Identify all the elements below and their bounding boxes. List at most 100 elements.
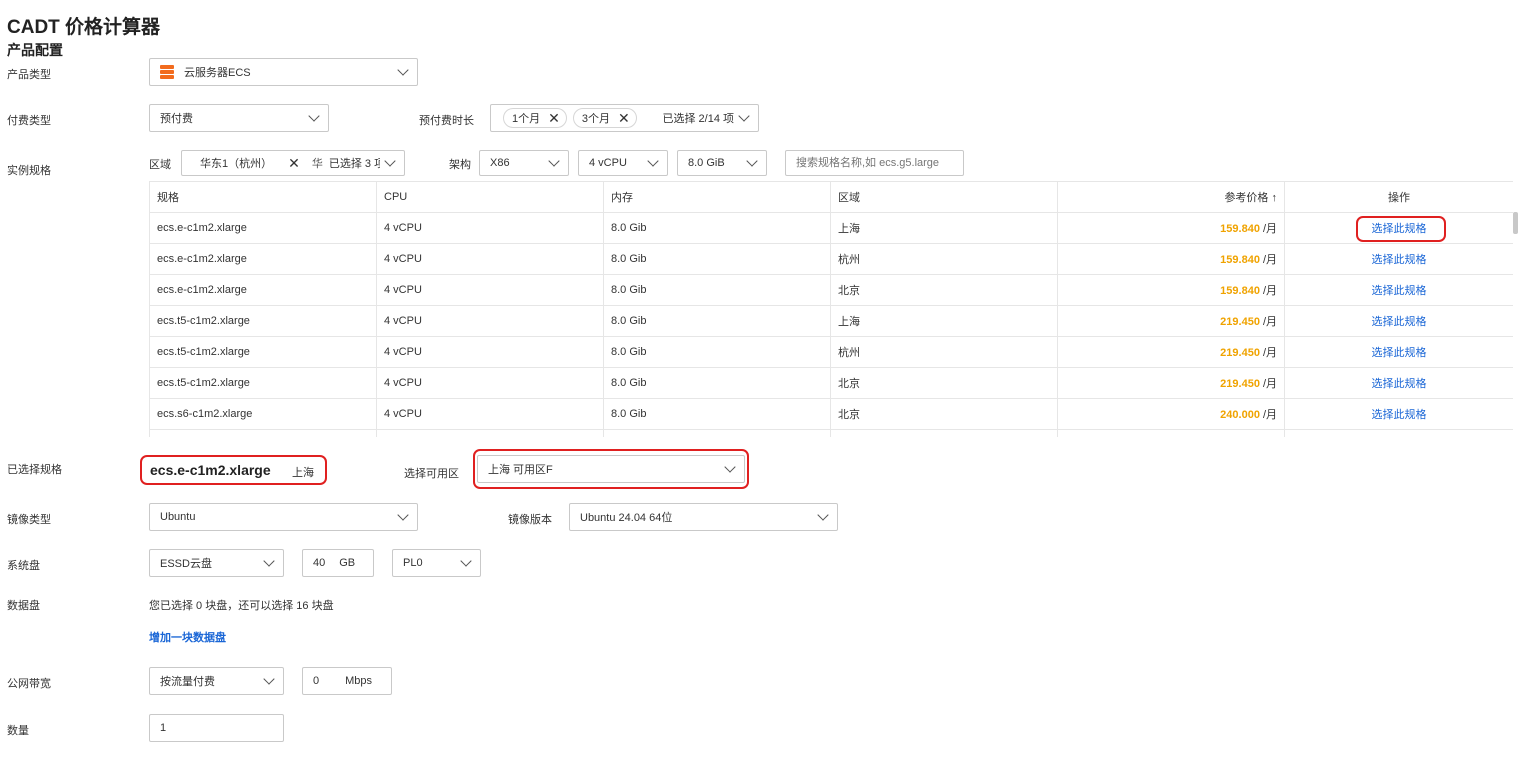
cell-memory: 8.0 Gib (603, 212, 831, 244)
bandwidth-label: 公网带宽 (7, 678, 51, 690)
header-price-sort[interactable]: 参考价格 ↑ (1057, 181, 1285, 213)
cell-price: 240.000/月 (1057, 398, 1285, 430)
cell-spec: ecs.e-c1m2.xlarge (149, 243, 377, 275)
price-value: 219.450 (1220, 316, 1260, 328)
prepay-duration-label: 预付费时长 (419, 115, 474, 127)
cell-price: 159.840/月 (1057, 274, 1285, 306)
chevron-down-icon (397, 64, 409, 76)
price-value: 159.840 (1220, 223, 1260, 235)
price-value: 159.840 (1220, 285, 1260, 297)
bandwidth-input[interactable]: 0 Mbps (302, 667, 392, 695)
table-cell-empty (1284, 429, 1513, 437)
cell-memory: 8.0 Gib (603, 398, 831, 430)
select-spec-link[interactable]: 选择此规格 (1372, 254, 1427, 266)
header-action: 操作 (1284, 181, 1513, 213)
section-title: 产品配置 (7, 42, 63, 58)
duration-tag[interactable]: 3个月 ✕ (572, 108, 637, 128)
duration-tag[interactable]: 1个月 ✕ (503, 108, 567, 128)
memory-value: 8.0 GiB (688, 157, 725, 169)
chevron-down-icon (308, 110, 320, 122)
bandwidth-billing-select[interactable]: 按流量付费 (149, 667, 284, 695)
close-icon[interactable]: ✕ (618, 111, 630, 125)
select-spec-link[interactable]: 选择此规格 (1372, 285, 1427, 297)
cell-region: 上海 (830, 305, 1058, 337)
cell-spec: ecs.e-c1m2.xlarge (149, 212, 377, 244)
system-disk-level-value: PL0 (403, 557, 423, 569)
chevron-down-icon (738, 110, 750, 122)
close-icon[interactable]: ✕ (288, 156, 300, 170)
select-spec-link[interactable]: 选择此规格 (1372, 223, 1427, 235)
cell-action: 选择此规格 (1284, 336, 1513, 368)
system-disk-level-select[interactable]: PL0 (392, 549, 481, 577)
spec-search-input[interactable] (785, 150, 964, 176)
pay-type-label: 付费类型 (7, 115, 51, 127)
memory-select[interactable]: 8.0 GiB (677, 150, 767, 176)
prepay-duration-select[interactable]: 1个月 ✕ 3个月 ✕ 已选择 2/14 项 (490, 104, 759, 132)
image-type-select[interactable]: Ubuntu (149, 503, 418, 531)
arch-label: 架构 (449, 159, 471, 171)
table-row: ecs.e-c1m2.xlarge 4 vCPU 8.0 Gib 杭州 159.840/… (149, 243, 1513, 275)
cell-cpu: 4 vCPU (376, 274, 604, 306)
cell-price: 219.450/月 (1057, 367, 1285, 399)
table-row: ecs.s6-c1m2.xlarge 4 vCPU 8.0 Gib 北京 240.000… (149, 398, 1513, 430)
selected-spec-name: ecs.e-c1m2.xlarge (150, 462, 271, 478)
system-disk-size-input[interactable]: 40 GB (302, 549, 374, 577)
price-unit: /月 (1262, 316, 1277, 328)
quantity-input[interactable]: 1 (149, 714, 284, 742)
table-row: ecs.t5-c1m2.xlarge 4 vCPU 8.0 Gib 上海 219.450… (149, 305, 1513, 337)
cpu-select[interactable]: 4 vCPU (578, 150, 668, 176)
server-icon (160, 65, 174, 79)
table-cell-empty (603, 429, 831, 437)
cell-region: 北京 (830, 398, 1058, 430)
table-row: ecs.t5-c1m2.xlarge 4 vCPU 8.0 Gib 杭州 219.450… (149, 336, 1513, 368)
region-select[interactable]: 华东1（杭州） ✕ 华 已选择 3 项 (181, 150, 405, 176)
price-unit: /月 (1262, 254, 1277, 266)
zone-select[interactable]: 上海 可用区F (477, 455, 745, 483)
select-spec-link[interactable]: 选择此规格 (1372, 378, 1427, 390)
data-disk-info: 您已选择 0 块盘，还可以选择 16 块盘 (149, 600, 334, 612)
cell-price: 219.450/月 (1057, 336, 1285, 368)
table-scrollbar[interactable] (1513, 212, 1518, 234)
chevron-down-icon (647, 155, 659, 167)
image-version-select[interactable]: Ubuntu 24.04 64位 (569, 503, 838, 531)
spec-table: 规格 CPU 内存 区域 参考价格 ↑ 操作 ecs.e-c1m2.xlarge… (149, 181, 1513, 437)
cell-cpu: 4 vCPU (376, 336, 604, 368)
cell-action: 选择此规格 (1284, 274, 1513, 306)
select-spec-link[interactable]: 选择此规格 (1372, 316, 1427, 328)
image-type-value: Ubuntu (160, 511, 196, 523)
spec-table-container[interactable]: 规格 CPU 内存 区域 参考价格 ↑ 操作 ecs.e-c1m2.xlarge… (149, 181, 1513, 437)
chevron-down-icon (263, 673, 275, 685)
cpu-value: 4 vCPU (589, 157, 627, 169)
system-disk-label: 系统盘 (7, 560, 40, 572)
select-spec-link[interactable]: 选择此规格 (1372, 347, 1427, 359)
close-icon[interactable]: ✕ (548, 111, 560, 125)
arch-select[interactable]: X86 (479, 150, 569, 176)
select-spec-link[interactable]: 选择此规格 (1372, 409, 1427, 421)
add-data-disk-link[interactable]: 增加一块数据盘 (149, 629, 226, 645)
cell-region: 杭州 (830, 243, 1058, 275)
chevron-down-icon (817, 509, 829, 521)
system-disk-type-select[interactable]: ESSD云盘 (149, 549, 284, 577)
cell-action: 选择此规格 (1284, 305, 1513, 337)
cell-region: 北京 (830, 367, 1058, 399)
product-type-select[interactable]: 云服务器ECS (149, 58, 418, 86)
cell-region: 上海 (830, 212, 1058, 244)
system-disk-unit: GB (339, 557, 356, 569)
price-unit: /月 (1262, 223, 1277, 235)
chevron-down-icon (384, 155, 396, 167)
region-tag[interactable]: 华东1（杭州） ✕ (192, 154, 306, 172)
selected-spec-region: 上海 (292, 467, 314, 479)
zone-label: 选择可用区 (404, 468, 459, 480)
chevron-down-icon (548, 155, 560, 167)
product-type-label: 产品类型 (7, 69, 51, 81)
app-title: CADT 价格计算器 (7, 17, 161, 38)
image-version-value: Ubuntu 24.04 64位 (580, 512, 673, 524)
product-type-value: 云服务器ECS (184, 67, 251, 79)
cell-spec: ecs.s6-c1m2.xlarge (149, 398, 377, 430)
system-disk-type-value: ESSD云盘 (160, 558, 212, 570)
cell-spec: ecs.t5-c1m2.xlarge (149, 305, 377, 337)
image-version-label: 镜像版本 (508, 514, 552, 526)
table-row (149, 429, 1513, 437)
cell-cpu: 4 vCPU (376, 398, 604, 430)
pay-type-select[interactable]: 预付费 (149, 104, 329, 132)
